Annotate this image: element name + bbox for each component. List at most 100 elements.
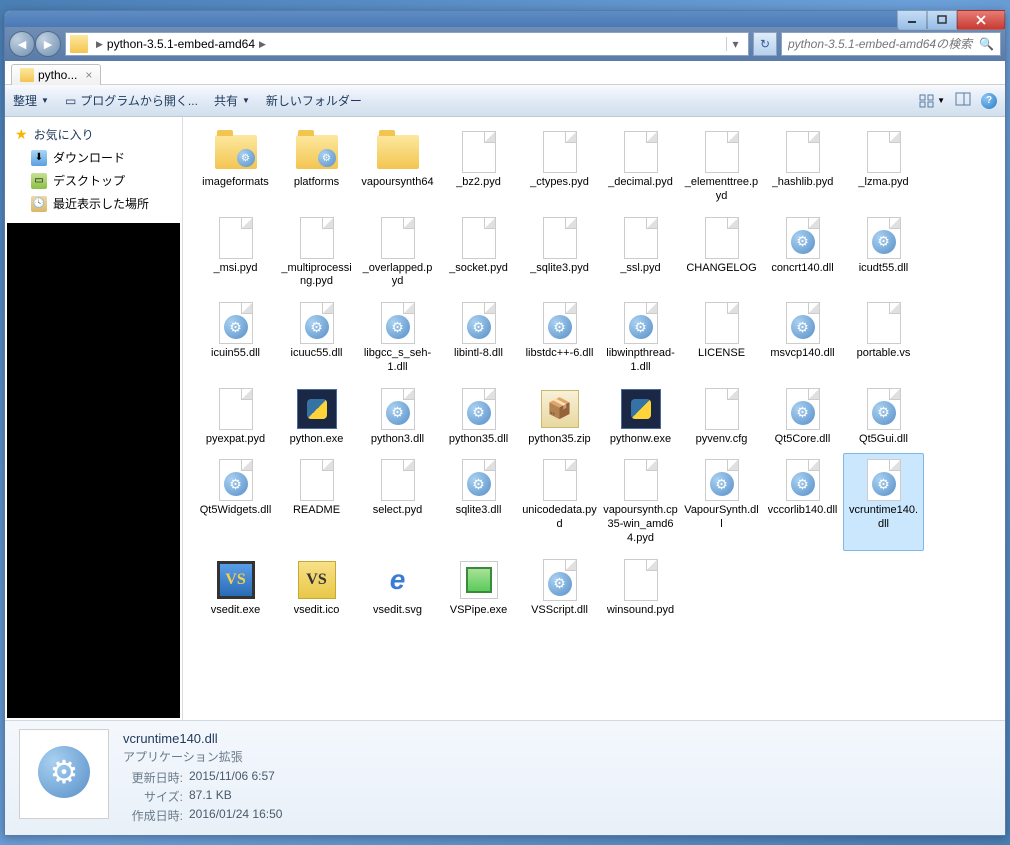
- file-item[interactable]: vccorlib140.dll: [762, 453, 843, 550]
- file-label: _sqlite3.pyd: [530, 262, 589, 276]
- share-menu[interactable]: 共有 ▼: [214, 92, 250, 109]
- file-item[interactable]: VapourSynth.dll: [681, 453, 762, 550]
- sidebar-item-desktop[interactable]: ▭ デスクトップ: [15, 169, 172, 192]
- file-label: imageformats: [202, 176, 269, 190]
- file-item[interactable]: python35.dll: [438, 382, 519, 452]
- help-button[interactable]: ?: [981, 93, 997, 109]
- breadcrumb-path[interactable]: python-3.5.1-embed-amd64: [107, 37, 255, 51]
- details-filetype: アプリケーション拡張: [123, 748, 282, 765]
- file-item[interactable]: VSvsedit.ico: [276, 553, 357, 623]
- file-item[interactable]: _sqlite3.pyd: [519, 211, 600, 295]
- file-item[interactable]: python.exe: [276, 382, 357, 452]
- file-item[interactable]: imageformats: [195, 125, 276, 209]
- search-icon[interactable]: 🔍: [979, 37, 994, 51]
- file-item[interactable]: libwinpthread-1.dll: [600, 296, 681, 380]
- file-item[interactable]: vapoursynth.cp35-win_amd64.pyd: [600, 453, 681, 550]
- chevron-right-icon[interactable]: ▶: [259, 39, 266, 50]
- file-item[interactable]: libstdc++-6.dll: [519, 296, 600, 380]
- file-icon: [624, 559, 658, 601]
- titlebar[interactable]: [5, 11, 1005, 27]
- file-item[interactable]: concrt140.dll: [762, 211, 843, 295]
- file-item[interactable]: _elementtree.pyd: [681, 125, 762, 209]
- file-item[interactable]: README: [276, 453, 357, 550]
- chevron-right-icon[interactable]: ▶: [96, 39, 103, 50]
- file-item[interactable]: _multiprocessing.pyd: [276, 211, 357, 295]
- file-item[interactable]: vapoursynth64: [357, 125, 438, 209]
- sidebar-item-recent[interactable]: 🕓 最近表示した場所: [15, 192, 172, 215]
- open-with-button[interactable]: ▭ プログラムから開く...: [65, 92, 198, 109]
- forward-button[interactable]: ►: [35, 31, 61, 57]
- file-item[interactable]: CHANGELOG: [681, 211, 762, 295]
- tab-close-icon[interactable]: ×: [85, 68, 92, 82]
- file-label: python.exe: [290, 433, 344, 447]
- file-item[interactable]: icuin55.dll: [195, 296, 276, 380]
- file-item[interactable]: _decimal.pyd: [600, 125, 681, 209]
- file-item[interactable]: _ctypes.pyd: [519, 125, 600, 209]
- file-item[interactable]: _ssl.pyd: [600, 211, 681, 295]
- file-icon: [300, 217, 334, 259]
- dll-icon: [867, 217, 901, 259]
- dll-icon: [300, 302, 334, 344]
- file-item[interactable]: sqlite3.dll: [438, 453, 519, 550]
- file-item[interactable]: pyvenv.cfg: [681, 382, 762, 452]
- file-item[interactable]: evsedit.svg: [357, 553, 438, 623]
- file-item[interactable]: _socket.pyd: [438, 211, 519, 295]
- file-item[interactable]: platforms: [276, 125, 357, 209]
- file-item[interactable]: _bz2.pyd: [438, 125, 519, 209]
- dll-icon: [543, 302, 577, 344]
- breadcrumb-dropdown[interactable]: ▾: [726, 37, 744, 51]
- new-folder-button[interactable]: 新しいフォルダー: [266, 92, 362, 109]
- sidebar-favorites-header[interactable]: ★ お気に入り: [15, 123, 172, 146]
- file-label: portable.vs: [857, 347, 911, 361]
- file-item[interactable]: Qt5Gui.dll: [843, 382, 924, 452]
- file-item[interactable]: icuuc55.dll: [276, 296, 357, 380]
- file-item[interactable]: portable.vs: [843, 296, 924, 380]
- folder-icon: [70, 35, 88, 53]
- file-item[interactable]: pythonw.exe: [600, 382, 681, 452]
- close-button[interactable]: [957, 10, 1005, 30]
- view-options-button[interactable]: ▼: [919, 94, 945, 108]
- file-item[interactable]: libintl-8.dll: [438, 296, 519, 380]
- file-item[interactable]: unicodedata.pyd: [519, 453, 600, 550]
- preview-pane-button[interactable]: [955, 92, 971, 109]
- file-item[interactable]: Qt5Core.dll: [762, 382, 843, 452]
- file-label: concrt140.dll: [771, 262, 833, 276]
- breadcrumb[interactable]: ▶ python-3.5.1-embed-amd64 ▶ ▾: [65, 32, 749, 56]
- file-item[interactable]: _lzma.pyd: [843, 125, 924, 209]
- file-item[interactable]: Qt5Widgets.dll: [195, 453, 276, 550]
- file-item[interactable]: pyexpat.pyd: [195, 382, 276, 452]
- file-item[interactable]: VSScript.dll: [519, 553, 600, 623]
- organize-menu[interactable]: 整理 ▼: [13, 92, 49, 109]
- refresh-button[interactable]: ↻: [753, 32, 777, 56]
- star-icon: ★: [15, 126, 28, 143]
- tab-folder[interactable]: pytho... ×: [11, 64, 101, 85]
- file-item[interactable]: LICENSE: [681, 296, 762, 380]
- file-label: _decimal.pyd: [608, 176, 673, 190]
- sidebar-item-downloads[interactable]: ⬇ ダウンロード: [15, 146, 172, 169]
- sidebar-label: 最近表示した場所: [53, 195, 149, 212]
- back-button[interactable]: ◄: [9, 31, 35, 57]
- file-label: libstdc++-6.dll: [526, 347, 594, 361]
- file-item[interactable]: winsound.pyd: [600, 553, 681, 623]
- file-item[interactable]: _msi.pyd: [195, 211, 276, 295]
- file-label: icuuc55.dll: [291, 347, 343, 361]
- file-item[interactable]: VSPipe.exe: [438, 553, 519, 623]
- maximize-button[interactable]: [927, 10, 957, 30]
- search-box[interactable]: 🔍: [781, 32, 1001, 56]
- file-item[interactable]: icudt55.dll: [843, 211, 924, 295]
- dll-icon: [786, 459, 820, 501]
- minimize-button[interactable]: [897, 10, 927, 30]
- file-item[interactable]: vcruntime140.dll: [843, 453, 924, 550]
- file-item[interactable]: libgcc_s_seh-1.dll: [357, 296, 438, 380]
- dll-icon: [462, 302, 496, 344]
- file-item[interactable]: VSvsedit.exe: [195, 553, 276, 623]
- file-item[interactable]: _overlapped.pyd: [357, 211, 438, 295]
- file-list[interactable]: imageformats platformsvapoursynth64_bz2.p…: [183, 117, 1005, 720]
- dll-icon: [705, 459, 739, 501]
- file-item[interactable]: select.pyd: [357, 453, 438, 550]
- file-item[interactable]: _hashlib.pyd: [762, 125, 843, 209]
- search-input[interactable]: [788, 37, 979, 51]
- file-item[interactable]: 📦python35.zip: [519, 382, 600, 452]
- file-item[interactable]: msvcp140.dll: [762, 296, 843, 380]
- file-item[interactable]: python3.dll: [357, 382, 438, 452]
